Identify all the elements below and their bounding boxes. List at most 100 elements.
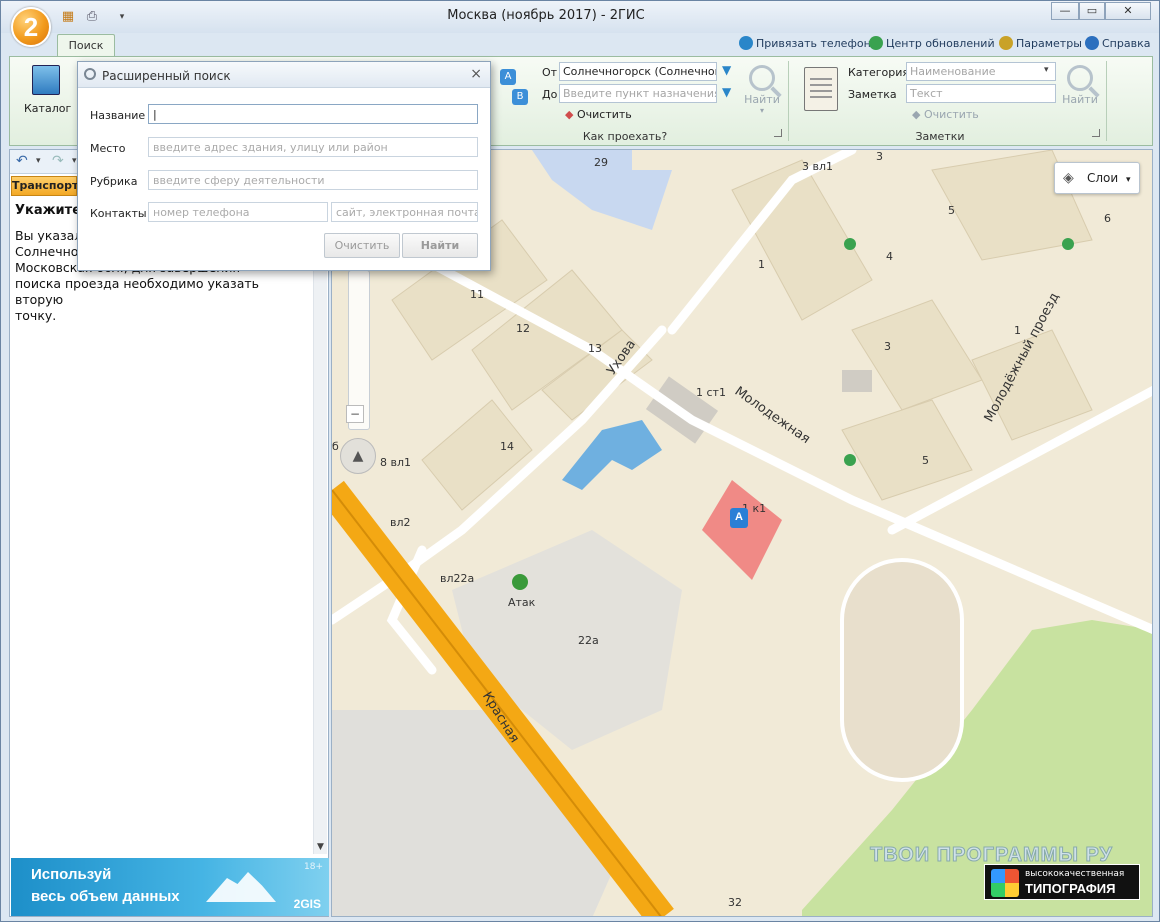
map-label: 11 xyxy=(470,288,484,301)
promo-banner[interactable]: Используй весь объем данных 18+ 2GIS xyxy=(11,858,329,916)
selected-building xyxy=(702,480,782,580)
help-command[interactable]: Справка xyxy=(1085,36,1150,50)
map-label: 29 xyxy=(594,156,608,169)
map-label: 3 xyxy=(884,340,891,353)
advanced-search-header: Расширенный поиск × xyxy=(78,62,490,88)
typography-badge-small: высококачественная xyxy=(1025,869,1125,879)
site-email-input[interactable]: сайт, электронная почта xyxy=(331,202,478,222)
panel-scrollbar[interactable]: ▼ xyxy=(313,174,327,854)
notes-category-select[interactable]: Наименование xyxy=(906,62,1056,81)
notes-note-label: Заметка xyxy=(848,88,897,101)
notes-category-label: Категория xyxy=(848,66,909,79)
route-from-input[interactable]: Солнечногорск (Солнечногор xyxy=(559,62,717,81)
poi-atak xyxy=(512,574,528,590)
notes-dialog-launcher[interactable] xyxy=(1092,129,1100,137)
map-label: 1 xyxy=(758,258,765,271)
adv-find-button[interactable]: Найти xyxy=(402,233,478,258)
catalog-label: Каталог xyxy=(24,102,72,115)
notes-find-button[interactable]: Найти xyxy=(1060,65,1100,106)
from-pin-icon[interactable]: ▼ xyxy=(722,63,731,77)
route-dialog-launcher[interactable] xyxy=(774,129,782,137)
scroll-down-icon[interactable]: ▼ xyxy=(317,842,324,852)
notes-clear-button[interactable]: ◆ Очистить xyxy=(912,108,979,121)
poi-icon xyxy=(1062,238,1074,250)
params-command[interactable]: Параметры xyxy=(999,36,1082,50)
typography-badge-big: ТИПОГРАФИЯ xyxy=(1025,881,1116,896)
app-window: ▦ ⎙ ▾ Москва (ноябрь 2017) - 2ГИС — ▭ ✕ … xyxy=(0,0,1160,922)
route-to-input[interactable]: Введите пункт назначения xyxy=(559,84,717,103)
rubric-input[interactable]: введите сферу деятельности xyxy=(148,170,478,190)
catalog-icon xyxy=(32,65,60,95)
map-label: 13 xyxy=(588,342,602,355)
advanced-search-dialog: Расширенный поиск × Название | Место вве… xyxy=(77,61,491,271)
banner-line1: Используй xyxy=(31,866,112,883)
adv-clear-button[interactable]: Очистить xyxy=(324,233,400,258)
rubric-label: Рубрика xyxy=(90,175,138,188)
title-bar: ▦ ⎙ ▾ Москва (ноябрь 2017) - 2ГИС — ▭ ✕ xyxy=(1,1,1159,33)
route-marker-a[interactable]: A xyxy=(730,508,748,528)
forward-arrow-icon[interactable]: ↷ xyxy=(52,153,64,169)
search-icon xyxy=(1067,65,1093,91)
help-icon xyxy=(1085,36,1099,50)
map-label: 32 xyxy=(728,896,742,909)
phone-icon xyxy=(739,36,753,50)
notes-group-label: Заметки xyxy=(915,130,965,143)
bind-phone-command[interactable]: Привязать телефон xyxy=(739,36,871,50)
layers-icon: ◈ xyxy=(1063,170,1074,186)
window-title: Москва (ноябрь 2017) - 2ГИС xyxy=(447,8,645,23)
notes-text-input[interactable]: Текст xyxy=(906,84,1056,103)
route-group-label: Как проехать? xyxy=(582,130,668,143)
map-label: 8 вл1 xyxy=(380,456,412,469)
map-label: вл22а xyxy=(440,572,475,585)
map-label: 4 xyxy=(886,250,893,263)
phone-input[interactable]: номер телефона xyxy=(148,202,328,222)
update-center-label: Центр обновлений xyxy=(886,37,995,50)
minimize-button[interactable]: — xyxy=(1051,2,1079,20)
notes-find-label: Найти xyxy=(1062,93,1098,106)
contacts-label: Контакты xyxy=(90,207,147,220)
map-label: 1 xyxy=(1014,324,1021,337)
route-find-label: Найти xyxy=(744,93,780,106)
search-icon xyxy=(749,65,775,91)
route-to-label: До xyxy=(542,88,558,101)
map-label: вл2 xyxy=(390,516,411,529)
close-window-button[interactable]: ✕ xyxy=(1105,2,1151,20)
chevron-down-icon: ▾ xyxy=(1126,175,1131,185)
tab-search[interactable]: Поиск xyxy=(57,34,115,57)
back-history-icon[interactable]: ▾ xyxy=(36,156,41,166)
refresh-icon xyxy=(869,36,883,50)
typography-badge[interactable]: высококачественная ТИПОГРАФИЯ xyxy=(984,864,1140,900)
route-clear-button[interactable]: ◆ Очистить xyxy=(565,108,632,121)
iceberg-image xyxy=(206,872,276,902)
zoom-out-button[interactable]: − xyxy=(346,405,364,423)
map-label: 12 xyxy=(516,322,530,335)
catalog-button[interactable]: Каталог xyxy=(24,63,72,123)
map-label: 5 xyxy=(922,454,929,467)
advanced-search-title: Расширенный поиск xyxy=(102,69,231,83)
route-from-label: От xyxy=(542,66,558,79)
banner-line2: весь объем данных xyxy=(31,888,180,905)
forward-history-icon[interactable]: ▾ xyxy=(72,156,77,166)
banner-age-rating: 18+ xyxy=(304,862,323,872)
params-label: Параметры xyxy=(1016,37,1082,50)
notes-icon xyxy=(804,67,838,111)
to-pin-icon[interactable]: ▼ xyxy=(722,85,731,99)
route-find-button[interactable]: Найти ▾ xyxy=(742,65,782,115)
poi-label-atak[interactable]: Атак xyxy=(508,596,535,609)
route-icon: A B xyxy=(496,67,532,111)
close-icon[interactable]: × xyxy=(470,66,482,82)
update-center-command[interactable]: Центр обновлений xyxy=(869,36,995,50)
poi-icon xyxy=(844,238,856,250)
tab-transport[interactable]: Транспорт xyxy=(11,176,78,196)
layers-button[interactable]: ◈ Слои ▾ xyxy=(1054,162,1140,194)
app-logo[interactable]: 2 xyxy=(11,7,51,47)
name-input[interactable]: | xyxy=(148,104,478,124)
help-label: Справка xyxy=(1102,37,1151,50)
map-label: 6 xyxy=(1104,212,1111,225)
compass-icon[interactable]: ▲ xyxy=(340,438,376,474)
back-arrow-icon[interactable]: ↶ xyxy=(16,153,28,169)
place-input[interactable]: введите адрес здания, улицу или район xyxy=(148,137,478,157)
gear-icon xyxy=(999,36,1013,50)
maximize-button[interactable]: ▭ xyxy=(1079,2,1105,20)
chevron-down-icon[interactable]: ▾ xyxy=(1044,65,1049,75)
